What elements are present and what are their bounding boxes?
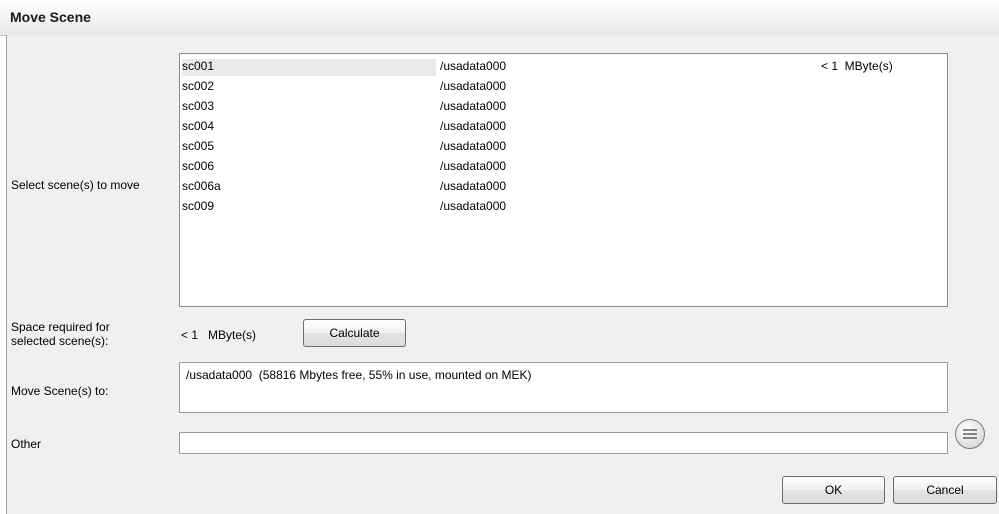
scene-name: sc003 <box>182 99 215 113</box>
title-bar: Move Scene <box>0 0 999 36</box>
move-target-value: /usadata000 (58816 Mbytes free, 55% in u… <box>186 368 532 382</box>
scene-path: /usadata000 <box>440 199 507 213</box>
move-target-field[interactable]: /usadata000 (58816 Mbytes free, 55% in u… <box>179 362 948 413</box>
scene-row[interactable]: sc004/usadata000 <box>180 116 947 136</box>
select-scenes-label: Select scene(s) to move <box>11 178 140 192</box>
scene-row[interactable]: sc006a/usadata000 <box>180 176 947 196</box>
scene-name: sc001 <box>182 59 436 76</box>
list-browse-icon[interactable] <box>955 419 985 449</box>
dialog-body: Select scene(s) to move sc001/usadata000… <box>6 35 999 514</box>
scene-path: /usadata000 <box>440 119 507 133</box>
scene-path: /usadata000 <box>440 159 507 173</box>
scene-path: /usadata000 <box>440 59 507 73</box>
scene-row[interactable]: sc005/usadata000 <box>180 136 947 156</box>
space-required-value: < 1 MByte(s) <box>181 328 257 342</box>
cancel-button[interactable]: Cancel <box>893 476 997 504</box>
scene-row[interactable]: sc003/usadata000 <box>180 96 947 116</box>
scene-name: sc005 <box>182 139 215 153</box>
other-input[interactable] <box>179 432 948 454</box>
scene-path: /usadata000 <box>440 79 507 93</box>
scene-name: sc004 <box>182 119 215 133</box>
scene-row[interactable]: sc009/usadata000 <box>180 196 947 216</box>
space-required-label-line2: selected scene(s): <box>11 334 109 348</box>
scene-name: sc006a <box>182 179 221 193</box>
scene-name: sc002 <box>182 79 215 93</box>
list-lines-icon <box>963 429 977 439</box>
scene-path: /usadata000 <box>440 99 507 113</box>
scene-path: /usadata000 <box>440 179 507 193</box>
scene-name: sc009 <box>182 199 215 213</box>
scene-row[interactable]: sc006/usadata000 <box>180 156 947 176</box>
move-to-label: Move Scene(s) to: <box>11 384 109 398</box>
scene-name: sc006 <box>182 159 215 173</box>
scene-path: /usadata000 <box>440 139 507 153</box>
scene-row[interactable]: sc001/usadata000 < 1 MByte(s) <box>180 56 947 76</box>
ok-button[interactable]: OK <box>782 476 885 504</box>
other-label: Other <box>11 437 42 451</box>
move-scene-dialog: Move Scene Select scene(s) to move sc001… <box>0 0 999 514</box>
scene-size: < 1 MByte(s) <box>821 59 893 73</box>
calculate-button[interactable]: Calculate <box>303 319 406 347</box>
space-required-label-line1: Space required for <box>11 320 110 334</box>
scene-list[interactable]: sc001/usadata000 < 1 MByte(s) sc002/usadat… <box>179 53 948 307</box>
window-title: Move Scene <box>10 9 91 25</box>
scene-row[interactable]: sc002/usadata000 <box>180 76 947 96</box>
